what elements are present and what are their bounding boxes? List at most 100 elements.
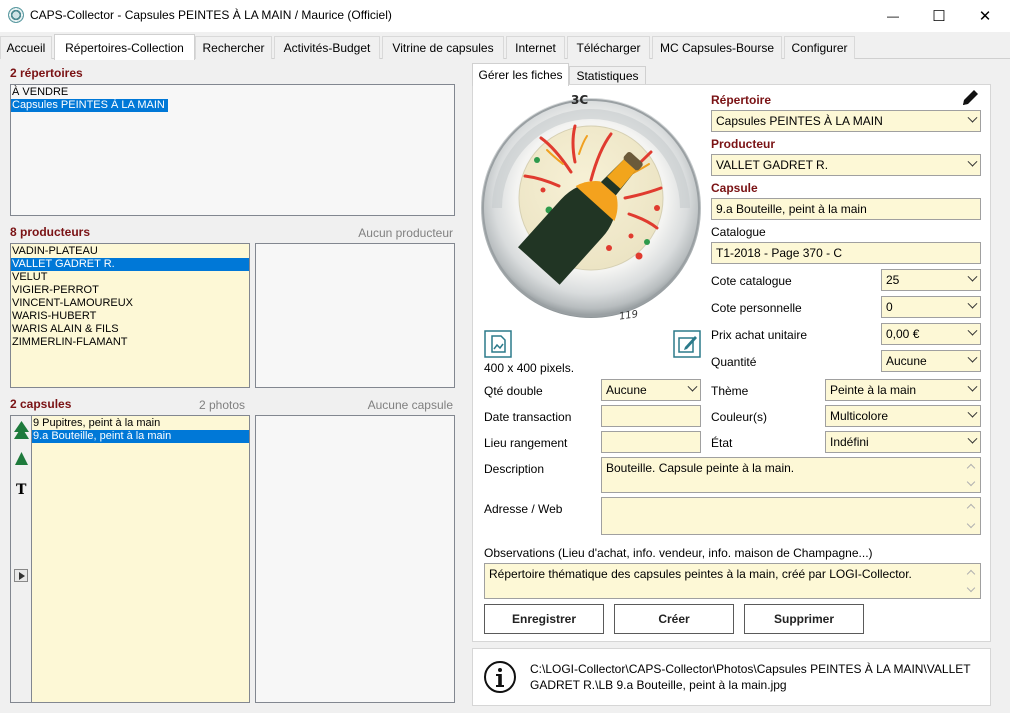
image-edit-icon[interactable] (673, 330, 701, 358)
producteur-label: Producteur (711, 137, 776, 151)
producteur-item[interactable]: VADIN-PLATEAU (11, 245, 249, 258)
maximize-button[interactable]: ☐ (916, 0, 962, 32)
tree-large-icon[interactable] (13, 420, 30, 442)
capsule-image[interactable]: 3C 119 (479, 90, 703, 320)
no-producer-label: Aucun producteur (358, 226, 453, 240)
scroll-down-icon[interactable] (966, 477, 976, 487)
minimize-icon: — (887, 9, 899, 23)
app-icon (8, 7, 24, 23)
observations-label: Observations (Lieu d'achat, info. vendeu… (484, 546, 873, 560)
adresse-scrollbar[interactable] (964, 499, 979, 533)
text-tool-icon[interactable]: T (16, 482, 26, 498)
capsule-top-text: 3C (571, 93, 588, 107)
tab-telecharger[interactable]: Télécharger (567, 36, 650, 59)
title-bar: CAPS-Collector - Capsules PEINTES À LA M… (0, 0, 1010, 32)
tab-accueil[interactable]: Accueil (0, 36, 52, 59)
capsule-bottom-text: 119 (618, 309, 638, 320)
capsules-title: 2 capsules (10, 397, 72, 411)
producteur-item[interactable]: WARIS ALAIN & FILS (11, 323, 249, 336)
scroll-up-icon[interactable] (966, 463, 976, 473)
quantite-select[interactable]: Aucune (881, 350, 981, 372)
lieu-rangement-label: Lieu rangement (484, 436, 568, 450)
repertoires-list[interactable]: À VENDRE Capsules PEINTES À LA MAIN (10, 84, 455, 216)
tab-activites-budget[interactable]: Activités-Budget (274, 36, 380, 59)
save-button[interactable]: Enregistrer (484, 604, 604, 634)
adresse-web-label: Adresse / Web (484, 502, 563, 516)
expand-button[interactable] (14, 569, 28, 582)
minimize-button[interactable]: — (870, 0, 916, 32)
image-open-icon[interactable] (484, 330, 512, 358)
repertoires-title: 2 répertoires (10, 66, 83, 80)
producteur-item-selected[interactable]: VALLET GADRET R. (11, 258, 249, 271)
capsule-item[interactable]: 9 Pupitres, peint à la main (32, 417, 249, 430)
cote-catalogue-select[interactable]: 25 (881, 269, 981, 291)
chevron-down-icon (967, 325, 978, 336)
catalogue-field[interactable]: T1-2018 - Page 370 - C (711, 242, 981, 264)
cote-personnelle-select[interactable]: 0 (881, 296, 981, 318)
tab-rechercher[interactable]: Rechercher (195, 36, 272, 59)
chevron-down-icon (967, 112, 978, 123)
cote-catalogue-label: Cote catalogue (711, 274, 792, 288)
scroll-down-icon[interactable] (966, 519, 976, 529)
chevron-down-icon (967, 352, 978, 363)
capsules-secondary-list[interactable] (255, 415, 455, 703)
prix-value: 0,00 € (886, 327, 920, 341)
subtab-gerer-fiches[interactable]: Gérer les fiches (472, 63, 569, 86)
repertoire-item[interactable]: À VENDRE (11, 86, 71, 99)
date-transaction-field[interactable] (601, 405, 701, 427)
chevron-down-icon (967, 433, 978, 444)
producteur-item[interactable]: VELUT (11, 271, 249, 284)
description-value: Bouteille. Capsule peinte à la main. (606, 461, 795, 475)
pencil-icon[interactable] (960, 88, 980, 108)
qte-double-value: Aucune (606, 383, 647, 397)
theme-select[interactable]: Peinte à la main (825, 379, 981, 401)
scroll-up-icon[interactable] (966, 503, 976, 513)
delete-button[interactable]: Supprimer (744, 604, 864, 634)
close-button[interactable]: ✕ (962, 0, 1008, 32)
fiche-panel: 3C 119 400 x 400 pixels. Répertoire Caps… (472, 84, 991, 642)
theme-label: Thème (711, 384, 749, 398)
producteur-item[interactable]: VIGIER-PERROT (11, 284, 249, 297)
observations-value: Répertoire thématique des capsules peint… (489, 567, 912, 581)
qte-double-label: Qté double (484, 384, 543, 398)
etat-label: État (711, 436, 733, 450)
description-scrollbar[interactable] (964, 459, 979, 491)
observations-field[interactable]: Répertoire thématique des capsules peint… (484, 563, 981, 599)
tab-repertoires-collection[interactable]: Répertoires-Collection (54, 34, 195, 60)
description-field[interactable]: Bouteille. Capsule peinte à la main. (601, 457, 981, 493)
prix-select[interactable]: 0,00 € (881, 323, 981, 345)
couleurs-label: Couleur(s) (711, 410, 768, 424)
create-button[interactable]: Créer (614, 604, 734, 634)
producteurs-secondary-list[interactable] (255, 243, 455, 388)
theme-value: Peinte à la main (830, 383, 917, 397)
tree-small-icon[interactable] (14, 451, 29, 466)
couleurs-select[interactable]: Multicolore (825, 405, 981, 427)
tab-internet[interactable]: Internet (506, 36, 565, 59)
capsule-item-selected[interactable]: 9.a Bouteille, peint à la main (32, 430, 249, 443)
maximize-icon: ☐ (932, 8, 946, 25)
tab-vitrine[interactable]: Vitrine de capsules (382, 36, 504, 59)
observations-scrollbar[interactable] (964, 565, 979, 597)
date-transaction-label: Date transaction (484, 410, 572, 424)
chevron-down-icon (967, 298, 978, 309)
producteur-item[interactable]: ZIMMERLIN-FLAMANT (11, 336, 249, 349)
close-icon: ✕ (978, 8, 992, 25)
producteur-item[interactable]: VINCENT-LAMOUREUX (11, 297, 249, 310)
capsules-list[interactable]: 9 Pupitres, peint à la main 9.a Bouteill… (31, 415, 250, 703)
etat-select[interactable]: Indéfini (825, 431, 981, 453)
tab-mc-capsules-bourse[interactable]: MC Capsules-Bourse (652, 36, 782, 59)
repertoire-item-selected[interactable]: Capsules PEINTES À LA MAIN (11, 99, 168, 112)
producteurs-list[interactable]: VADIN-PLATEAU VALLET GADRET R. VELUT VIG… (10, 243, 250, 388)
scroll-up-icon[interactable] (966, 569, 976, 579)
producteur-item[interactable]: WARIS-HUBERT (11, 310, 249, 323)
producteur-select[interactable]: VALLET GADRET R. (711, 154, 981, 176)
qte-double-select[interactable]: Aucune (601, 379, 701, 401)
tab-configurer[interactable]: Configurer (784, 36, 855, 59)
capsule-field[interactable]: 9.a Bouteille, peint à la main (711, 198, 981, 220)
lieu-rangement-field[interactable] (601, 431, 701, 453)
adresse-web-field[interactable] (601, 497, 981, 535)
scroll-down-icon[interactable] (966, 583, 976, 593)
play-icon (19, 572, 25, 580)
subtab-statistiques[interactable]: Statistiques (569, 66, 646, 85)
repertoire-select[interactable]: Capsules PEINTES À LA MAIN (711, 110, 981, 132)
